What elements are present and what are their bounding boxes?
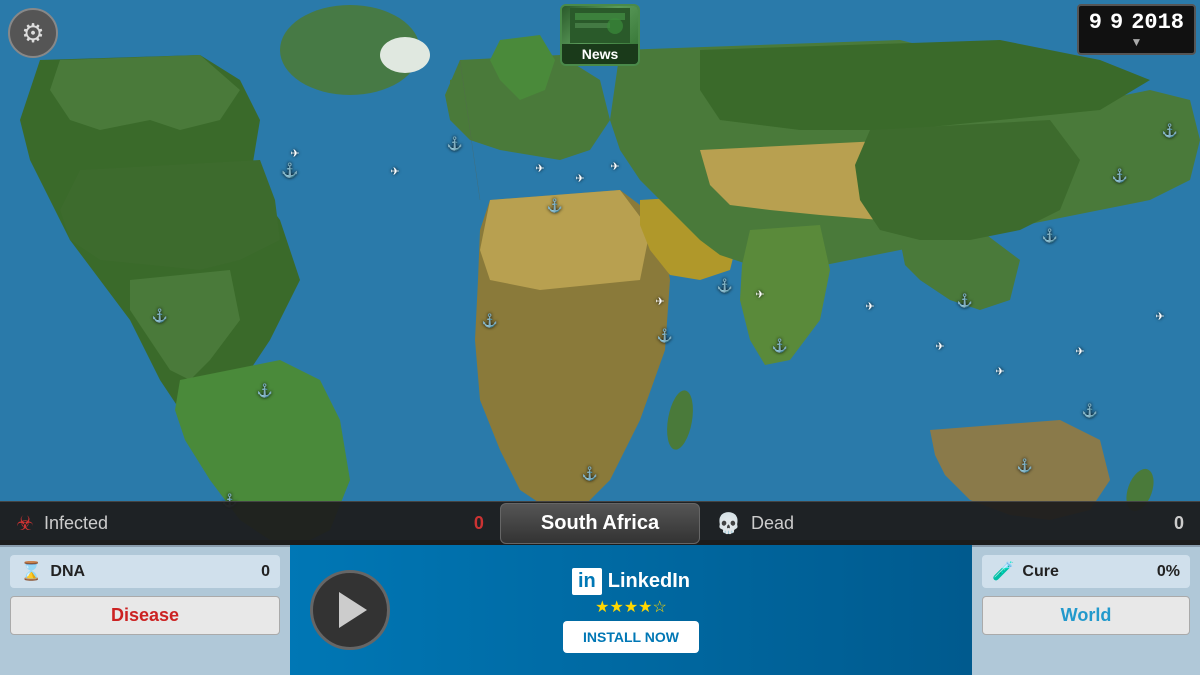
svg-text:✈: ✈ <box>865 301 874 313</box>
linkedin-ad[interactable]: in LinkedIn ★★★★☆ INSTALL NOW <box>290 545 972 675</box>
svg-text:⚓: ⚓ <box>547 198 563 213</box>
news-label: News <box>562 44 638 64</box>
flask-icon: 🧪 <box>992 561 1014 582</box>
svg-text:✈: ✈ <box>935 341 944 353</box>
svg-text:✈: ✈ <box>995 366 1004 378</box>
svg-text:⚓: ⚓ <box>257 383 273 398</box>
linkedin-name: LinkedIn <box>608 570 690 593</box>
install-button[interactable]: INSTALL NOW <box>563 621 699 653</box>
skull-icon: 💀 <box>716 511 741 536</box>
bottom-panel: ⌛ DNA 0 Disease in LinkedIn ★★★★☆ INSTAL… <box>0 545 1200 675</box>
date-dropdown-arrow[interactable]: ▼ <box>1130 35 1142 49</box>
linkedin-in-badge: in <box>572 568 602 595</box>
biohazard-icon: ☣ <box>16 511 34 536</box>
center-ad-panel: in LinkedIn ★★★★☆ INSTALL NOW <box>290 545 972 675</box>
right-panel: 🧪 Cure 0% World <box>972 545 1200 675</box>
svg-text:⚓: ⚓ <box>772 338 788 353</box>
infected-count: 0 <box>474 513 484 534</box>
svg-text:✈: ✈ <box>1075 346 1084 358</box>
date-year: 2018 <box>1131 10 1184 35</box>
svg-text:⚓: ⚓ <box>957 293 973 308</box>
hourglass-icon: ⌛ <box>20 561 42 582</box>
date-day: 9 <box>1089 10 1102 35</box>
svg-text:⚓: ⚓ <box>482 313 498 328</box>
svg-text:✈: ✈ <box>575 173 584 185</box>
world-label: World <box>1061 605 1112 625</box>
svg-text:✈: ✈ <box>290 148 299 160</box>
svg-text:✈: ✈ <box>610 161 619 173</box>
news-thumbnail <box>562 6 638 44</box>
svg-text:⚓: ⚓ <box>1042 228 1058 243</box>
dead-label: Dead <box>751 513 794 534</box>
svg-text:⚓: ⚓ <box>152 308 168 323</box>
svg-text:⚓: ⚓ <box>717 278 733 293</box>
ad-container: in LinkedIn ★★★★☆ INSTALL NOW <box>290 545 972 675</box>
status-bar: ☣ Infected 0 South Africa 💀 Dead 0 <box>0 501 1200 545</box>
dna-count: 0 <box>261 563 270 581</box>
play-icon <box>339 592 367 628</box>
date-display: 9 9 2018 ▼ <box>1077 4 1196 55</box>
infected-label: Infected <box>44 513 108 534</box>
linkedin-logo: in LinkedIn <box>572 568 690 595</box>
svg-text:✈: ✈ <box>535 163 544 175</box>
linkedin-stars: ★★★★☆ <box>595 597 667 617</box>
svg-text:✈: ✈ <box>755 289 764 301</box>
svg-text:⚓: ⚓ <box>1112 168 1128 183</box>
infected-section: ☣ Infected 0 <box>0 511 500 536</box>
gear-icon: ⚙ <box>21 18 44 49</box>
world-map[interactable]: ⚓ ⚓ ⚓ ⚓ ⚓ ⚓ ⚓ ⚓ ⚓ ⚓ ⚓ ⚓ ⚓ ⚓ ⚓ ⚓ ⚓ ✈ ✈ <box>0 0 1200 540</box>
selected-country[interactable]: South Africa <box>500 503 700 544</box>
date-month: 9 <box>1110 10 1123 35</box>
dead-count: 0 <box>1174 513 1184 534</box>
svg-text:⚓: ⚓ <box>281 162 298 179</box>
cure-row: 🧪 Cure 0% <box>982 555 1190 588</box>
svg-text:⚓: ⚓ <box>657 328 673 343</box>
svg-text:⚓: ⚓ <box>582 466 598 481</box>
svg-text:⚓: ⚓ <box>1082 403 1098 418</box>
disease-button[interactable]: Disease <box>10 596 280 635</box>
play-button[interactable] <box>310 570 390 650</box>
dead-section: 💀 Dead 0 <box>700 511 1200 536</box>
svg-text:✈: ✈ <box>1155 311 1164 323</box>
svg-text:⚓: ⚓ <box>447 136 463 151</box>
svg-text:✈: ✈ <box>390 166 399 178</box>
disease-label: Disease <box>111 605 179 625</box>
svg-text:⚓: ⚓ <box>1162 123 1178 138</box>
dna-row: ⌛ DNA 0 <box>10 555 280 588</box>
left-panel: ⌛ DNA 0 Disease <box>0 545 290 675</box>
cure-percentage: 0% <box>1157 563 1180 581</box>
svg-text:⚓: ⚓ <box>1017 458 1033 473</box>
settings-button[interactable]: ⚙ <box>8 8 58 58</box>
world-button[interactable]: World <box>982 596 1190 635</box>
svg-text:✈: ✈ <box>655 296 664 308</box>
cure-label: Cure <box>1022 563 1148 581</box>
dna-label: DNA <box>50 563 253 581</box>
news-button[interactable]: News <box>560 4 640 66</box>
